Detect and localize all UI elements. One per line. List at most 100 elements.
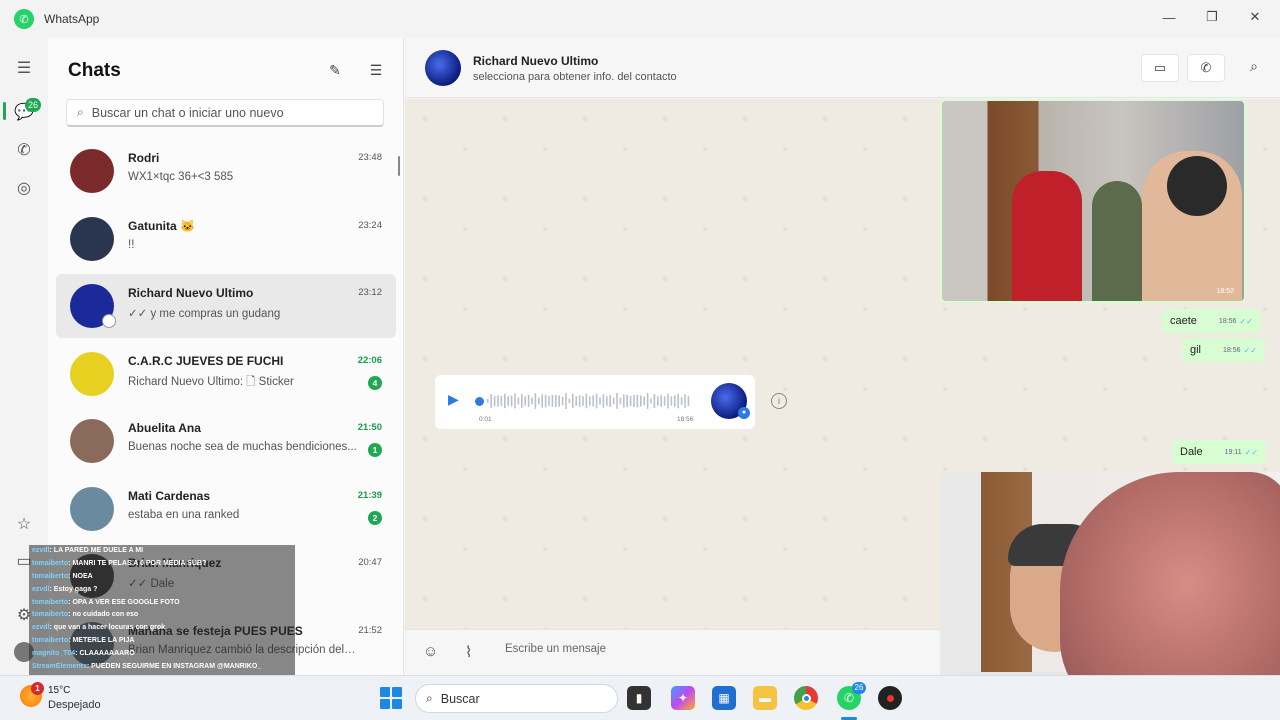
stream-chat-user: ezvdl (32, 547, 50, 554)
maximize-button[interactable]: ❐ (1197, 6, 1227, 28)
chat-list-item[interactable]: Abuelita Ana Buenas noche sea de muchas b… (56, 409, 396, 473)
contact-subtitle[interactable]: selecciona para obtener info. del contac… (473, 71, 677, 83)
chat-list-item[interactable]: Richard Nuevo Ultimo ✓✓ y me compras un g… (56, 274, 396, 338)
audio-message[interactable]: ▶ 0:01 18:56 ● (435, 375, 755, 429)
starred-icon[interactable]: ☆ (14, 514, 34, 534)
message-bubble[interactable]: Dale 19:11 ✓✓ (1172, 440, 1267, 464)
conversation-search-icon[interactable]: ⌕ (1250, 58, 1258, 75)
chrome-icon[interactable] (794, 686, 818, 710)
attach-icon[interactable]: ⌇ (465, 643, 472, 661)
waveform-bar (578, 395, 581, 407)
message-bubble[interactable]: caete 18:56 ✓✓ (1162, 309, 1261, 333)
stream-chat-message: : Estoy gaga ? (49, 585, 98, 593)
waveform-bar (663, 396, 666, 406)
stream-chat-line: tomaiberto: NOEA (29, 571, 295, 584)
task-view-icon[interactable]: ▮ (627, 686, 651, 710)
app-title: WhatsApp (44, 12, 100, 26)
weather-badge: 1 (31, 682, 44, 695)
chat-time: 21:52 (358, 624, 382, 636)
status-ring-icon (102, 314, 116, 328)
new-chat-icon[interactable]: ✎ (325, 60, 345, 80)
message-input[interactable] (505, 643, 905, 655)
chats-title: Chats (68, 60, 121, 81)
taskbar-search-label: Buscar (440, 691, 480, 706)
chat-list-item[interactable]: C.A.R.C JUEVES DE FUCHI Richard Nuevo Ult… (56, 342, 396, 406)
waveform-bar (680, 397, 683, 405)
waveform-bar (657, 396, 659, 406)
mic-icon: ● (738, 407, 750, 419)
audio-waveform[interactable] (487, 389, 692, 413)
app-icon[interactable] (878, 686, 902, 710)
chat-list-item[interactable]: Gatunita 🐱!! 23:24 (56, 207, 396, 271)
stream-chat-message: : que van a hacer locuras con grok (49, 624, 166, 632)
play-icon[interactable]: ▶ (448, 391, 459, 408)
waveform-bar (687, 396, 690, 406)
waveform-bar (497, 395, 499, 407)
conversation-header[interactable]: Richard Nuevo Ultimo selecciona para obt… (405, 38, 1280, 98)
contact-name[interactable]: Richard Nuevo Ultimo (473, 54, 598, 68)
filter-icon[interactable]: ☰ (366, 60, 386, 80)
voice-call-button[interactable]: ✆ (1187, 54, 1225, 82)
waveform-bar (500, 396, 503, 406)
waveform-bar (572, 394, 574, 408)
copilot-icon[interactable]: ✦ (671, 686, 695, 710)
message-text: caete (1170, 315, 1197, 327)
photo-figure (1167, 156, 1227, 216)
chat-search[interactable]: ⌕ (66, 99, 384, 127)
info-icon[interactable]: i (771, 393, 787, 409)
waveform-bar (674, 395, 676, 407)
read-ticks-icon: ✓✓ (1239, 316, 1253, 326)
audio-progress-handle[interactable] (475, 397, 484, 406)
chat-preview: Richard Nuevo Ultimo: 🗋 Sticker (128, 375, 294, 388)
scrollbar-thumb[interactable] (398, 156, 400, 176)
photo[interactable]: 18:52 (942, 101, 1244, 301)
chat-avatar (70, 216, 114, 261)
search-input[interactable] (91, 105, 372, 120)
active-indicator (3, 102, 6, 120)
video-call-button[interactable]: ▭ (1141, 54, 1179, 82)
taskbar-search[interactable]: ⌕ Buscar (415, 684, 618, 713)
video-icon: ▭ (1153, 60, 1167, 75)
stream-chat-message: : NOEA (68, 572, 93, 580)
waveform-bar (531, 397, 533, 405)
image-message[interactable]: 18:52 (940, 99, 1246, 303)
store-icon[interactable]: ▦ (712, 686, 736, 710)
waveform-bar (575, 396, 577, 406)
chat-name: Gatunita 🐱 (128, 218, 195, 233)
taskbar: 1 15°C Despejado ⌕ Buscar ▮ ✦ ▦ ▬ ✆ 26 (0, 675, 1280, 720)
status-icon[interactable]: ◎ (14, 178, 34, 198)
waveform-bar (504, 393, 506, 409)
search-icon: ⌕ (77, 105, 84, 119)
message-bubble[interactable]: gil 18:56 ✓✓ (1182, 338, 1265, 362)
stream-chat-line: tomaiberto: no cuidado con eso (29, 609, 295, 622)
chat-list-item[interactable]: Rodri WX1×tqc 36+<3 585 23:48 (56, 139, 396, 203)
waveform-bar (636, 394, 639, 408)
weather-temp[interactable]: 15°C (48, 685, 70, 696)
chat-time: 22:06 (357, 354, 382, 366)
waveform-bar (510, 395, 513, 407)
minimize-button[interactable]: — (1154, 6, 1184, 28)
chat-preview: !! (128, 238, 135, 251)
waveform-bar (527, 395, 530, 407)
message-time: 19:11 (1224, 448, 1242, 456)
calls-icon[interactable]: ✆ (14, 140, 34, 160)
chat-list-item[interactable]: Mati Cardenas estaba en una ranked 21:39 2 (56, 477, 396, 541)
waveform-bar (568, 398, 571, 404)
emoji-icon[interactable]: ☺ (423, 643, 438, 660)
file-explorer-icon[interactable]: ▬ (753, 686, 777, 710)
stream-chat-line: StreamElements: PUEDEN SEGUIRME EN INSTA… (29, 661, 295, 674)
waveform-bar (626, 394, 628, 408)
waveform-bar (524, 396, 526, 406)
start-button[interactable] (380, 687, 402, 709)
weather-desc[interactable]: Despejado (48, 699, 101, 711)
stream-chat-line: tomaiberto: METERLE LA PIJA (29, 635, 295, 648)
contact-avatar[interactable] (425, 50, 461, 86)
stream-chat-line: ezvdl: Estoy gaga ? (29, 584, 295, 597)
stream-chat-user: tomaiberto (32, 598, 69, 606)
close-button[interactable]: ✕ (1240, 6, 1270, 28)
audio-elapsed: 0:01 (479, 416, 492, 423)
waveform-bar (629, 395, 632, 407)
unread-badge: 1 (368, 443, 382, 457)
chat-preview: WX1×tqc 36+<3 585 (128, 171, 234, 183)
menu-icon[interactable]: ☰ (14, 58, 34, 78)
